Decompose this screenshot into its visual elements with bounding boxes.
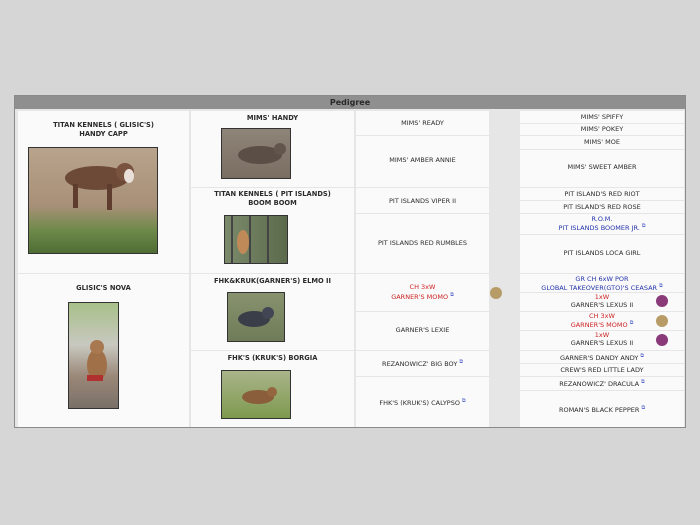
external-link-icon[interactable]: ⧉ bbox=[641, 405, 645, 411]
gen4-r7-cell: R.O.M. PIT ISLANDS BOOMER JR. ⧉ bbox=[520, 214, 684, 234]
gen4-r7-link[interactable]: PIT ISLANDS BOOMER JR. ⧉ bbox=[520, 223, 684, 233]
gen3-e-name[interactable]: GARNER'S MOMO bbox=[391, 293, 448, 301]
pedigree-header: Pedigree bbox=[15, 96, 685, 109]
gen4-r2-cell: MIMS' POKEY bbox=[520, 124, 684, 135]
gen2-sire-sire-photo[interactable] bbox=[221, 128, 291, 179]
gen4-r9-link[interactable]: GLOBAL TAKEOVER(GTO)'S CEASAR ⧉ bbox=[520, 283, 684, 293]
gen4-r3-cell: MIMS' MOE bbox=[520, 136, 684, 149]
gen3-g-name[interactable]: REZANOWICZ' BIG BOY bbox=[382, 360, 457, 368]
dam-name[interactable]: GLISIC'S NOVA bbox=[18, 284, 189, 293]
external-link-icon[interactable]: ⧉ bbox=[630, 320, 634, 326]
external-link-icon[interactable]: ⧉ bbox=[450, 292, 454, 298]
gen3-e-cell: CH 3xW GARNER'S MOMO ⧉ bbox=[356, 274, 502, 311]
gen4-r11-cell: CH 3xW GARNER'S MOMO ⧉ bbox=[520, 312, 684, 330]
gen3-a-name[interactable]: MIMS' READY bbox=[356, 119, 489, 128]
gen4-r16-name[interactable]: ROMAN'S BLACK PEPPER bbox=[559, 406, 639, 414]
gen3-g-link[interactable]: REZANOWICZ' BIG BOY ⧉ bbox=[356, 359, 489, 369]
gen3-b-cell: MIMS' AMBER ANNIE bbox=[356, 136, 489, 187]
gen2-sire-dam-name[interactable]: TITAN KENNELS ( PIT ISLANDS) BOOM BOOM bbox=[191, 190, 354, 208]
gen2-sire-dam-cell: TITAN KENNELS ( PIT ISLANDS) BOOM BOOM bbox=[191, 188, 354, 273]
gen3-c-name[interactable]: PIT ISLANDS VIPER II bbox=[356, 197, 489, 206]
purple-color-dot bbox=[656, 295, 668, 307]
external-link-icon[interactable]: ⧉ bbox=[641, 379, 645, 385]
sire-cell: TITAN KENNELS ( GLISIC'S) HANDY CAPP bbox=[18, 111, 189, 273]
gen4-r14-name[interactable]: CREW'S RED LITTLE LADY bbox=[520, 366, 684, 375]
sire-name[interactable]: TITAN KENNELS ( GLISIC'S) HANDY CAPP bbox=[18, 121, 189, 139]
gen4-r4-cell: MIMS' SWEET AMBER bbox=[520, 150, 684, 187]
gen3-e-title: CH 3xW bbox=[409, 283, 436, 291]
gen4-r5-name[interactable]: PIT ISLAND'S RED RIOT bbox=[520, 190, 684, 199]
gen4-r6-cell: PIT ISLAND'S RED ROSE bbox=[520, 201, 684, 213]
dam-cell: GLISIC'S NOVA bbox=[18, 274, 189, 427]
gen4-r7-name[interactable]: PIT ISLANDS BOOMER JR. bbox=[559, 224, 640, 232]
gen3-h-name[interactable]: FHK'S (KRUK'S) CALYPSO bbox=[379, 399, 460, 407]
gen4-r8-cell: PIT ISLANDS LOCA GIRL bbox=[520, 235, 684, 273]
gen4-r15-link[interactable]: REZANOWICZ' DRACULA ⧉ bbox=[520, 379, 684, 389]
gen3-f-cell: GARNER'S LEXIE bbox=[356, 312, 489, 350]
sire-photo[interactable] bbox=[28, 147, 158, 254]
pedigree-panel: Pedigree TITAN KENNELS ( GLISIC'S) HANDY… bbox=[14, 95, 686, 428]
gen4-r13-name[interactable]: GARNER'S DANDY ANDY bbox=[560, 354, 638, 362]
tan-color-dot bbox=[490, 287, 502, 299]
gen3-a-cell: MIMS' READY bbox=[356, 111, 489, 135]
external-link-icon[interactable]: ⧉ bbox=[640, 353, 644, 359]
gen4-r9-name[interactable]: GLOBAL TAKEOVER(GTO)'S CEASAR bbox=[541, 284, 657, 292]
gen4-r11-name[interactable]: GARNER'S MOMO bbox=[571, 321, 628, 329]
gen2-dam-sire-cell: FHK&KRUK(GARNER'S) ELMO II bbox=[191, 274, 354, 350]
gen4-r12-cell: 1xW GARNER'S LEXUS II bbox=[520, 331, 684, 350]
gen4-r16-link[interactable]: ROMAN'S BLACK PEPPER ⧉ bbox=[520, 405, 684, 415]
gen3-e-link[interactable]: GARNER'S MOMO ⧉ bbox=[356, 292, 489, 302]
gen3-h-cell: FHK'S (KRUK'S) CALYPSO ⧉ bbox=[356, 377, 489, 427]
gen4-r8-name[interactable]: PIT ISLANDS LOCA GIRL bbox=[520, 249, 684, 258]
gen4-r15-cell: REZANOWICZ' DRACULA ⧉ bbox=[520, 377, 684, 390]
dam-photo[interactable] bbox=[68, 302, 119, 409]
tan-color-dot bbox=[656, 315, 668, 327]
gen4-r4-name[interactable]: MIMS' SWEET AMBER bbox=[520, 163, 684, 172]
gen3-g-cell: REZANOWICZ' BIG BOY ⧉ bbox=[356, 351, 489, 376]
gen4-r15-name[interactable]: REZANOWICZ' DRACULA bbox=[559, 380, 639, 388]
gen4-r13-link[interactable]: GARNER'S DANDY ANDY ⧉ bbox=[520, 353, 684, 363]
external-link-icon[interactable]: ⧉ bbox=[642, 223, 646, 229]
gen3-f-name[interactable]: GARNER'S LEXIE bbox=[356, 326, 489, 335]
gen2-sire-dam-photo[interactable] bbox=[224, 215, 288, 264]
gen3-h-link[interactable]: FHK'S (KRUK'S) CALYPSO ⧉ bbox=[356, 398, 489, 408]
gen4-r1-name[interactable]: MIMS' SPIFFY bbox=[520, 113, 684, 122]
gen2-sire-sire-cell: MIMS' HANDY bbox=[191, 111, 354, 187]
external-link-icon[interactable]: ⧉ bbox=[459, 359, 463, 365]
gen3-b-name[interactable]: MIMS' AMBER ANNIE bbox=[356, 156, 489, 165]
gen4-r14-cell: CREW'S RED LITTLE LADY bbox=[520, 364, 684, 376]
gen2-dam-dam-photo[interactable] bbox=[221, 370, 291, 419]
gen4-r10-cell: 1xW GARNER'S LEXUS II bbox=[520, 293, 684, 311]
gen3-d-cell: PIT ISLANDS RED RUMBLES bbox=[356, 214, 489, 273]
gen4-r6-name[interactable]: PIT ISLAND'S RED ROSE bbox=[520, 203, 684, 212]
gen4-r13-cell: GARNER'S DANDY ANDY ⧉ bbox=[520, 351, 684, 363]
gen4-r9-cell: GR CH 6xW POR GLOBAL TAKEOVER(GTO)'S CEA… bbox=[520, 274, 684, 292]
gen2-dam-sire-name[interactable]: FHK&KRUK(GARNER'S) ELMO II bbox=[191, 277, 354, 286]
gen3-c-cell: PIT ISLANDS VIPER II bbox=[356, 188, 489, 213]
gen4-r3-name[interactable]: MIMS' MOE bbox=[520, 138, 684, 147]
external-link-icon[interactable]: ⧉ bbox=[659, 283, 663, 289]
external-link-icon[interactable]: ⧉ bbox=[462, 398, 466, 404]
gen4-r1-cell: MIMS' SPIFFY bbox=[520, 111, 684, 123]
gen4-r5-cell: PIT ISLAND'S RED RIOT bbox=[520, 188, 684, 200]
gen2-dam-dam-name[interactable]: FHK'S (KRUK'S) BORGIA bbox=[191, 354, 354, 363]
purple-color-dot bbox=[656, 334, 668, 346]
gen2-dam-dam-cell: FHK'S (KRUK'S) BORGIA bbox=[191, 351, 354, 427]
gen4-r2-name[interactable]: MIMS' POKEY bbox=[520, 125, 684, 134]
gen4-r16-cell: ROMAN'S BLACK PEPPER ⧉ bbox=[520, 391, 684, 427]
gen3-d-name[interactable]: PIT ISLANDS RED RUMBLES bbox=[356, 239, 489, 248]
gen2-sire-sire-name[interactable]: MIMS' HANDY bbox=[191, 114, 354, 123]
gen2-dam-sire-photo[interactable] bbox=[227, 292, 285, 342]
